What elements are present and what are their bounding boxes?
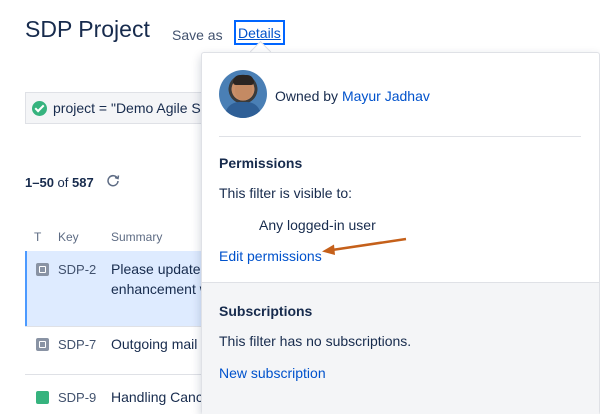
subscriptions-section: Subscriptions This filter has no subscri… [202,282,599,414]
subscriptions-heading: Subscriptions [219,303,313,319]
filter-details-panel: Owned by Mayur Jadhav Permissions This f… [201,52,600,414]
issue-key[interactable]: SDP-2 [58,262,96,277]
page-title: SDP Project [25,16,150,42]
row-divider [25,374,203,375]
row-divider [25,326,203,327]
refresh-icon[interactable] [106,173,120,187]
owned-by-label: Owned by [275,88,339,104]
owner-name-link[interactable]: Mayur Jadhav [342,88,430,104]
query-text: project = "Demo Agile S [53,100,201,116]
annotation-arrow-icon [322,237,407,255]
jql-query-bar[interactable]: project = "Demo Agile S [25,92,226,124]
issue-summary[interactable]: Handling Canc [111,387,203,407]
edit-permissions-link[interactable]: Edit permissions [219,248,322,264]
permissions-visible-text: This filter is visible to: [219,185,353,201]
owner-line: Owned by Mayur Jadhav [275,88,430,104]
issue-summary[interactable]: Please update [111,259,201,279]
result-count: 1–50 of 587 [25,175,94,190]
divider [219,136,581,137]
issue-key[interactable]: SDP-7 [58,337,96,352]
column-header-key[interactable]: Key [58,230,79,244]
column-header-type[interactable]: T [34,230,41,244]
permissions-audience: Any logged-in user [259,217,376,233]
issue-summary[interactable]: Outgoing mail [111,334,197,354]
result-range: 1–50 [25,175,54,190]
owner-avatar[interactable] [219,70,267,118]
new-subscription-link[interactable]: New subscription [219,365,326,381]
check-circle-icon [32,100,47,116]
issue-key[interactable]: SDP-9 [58,390,96,405]
task-type-icon [36,263,49,276]
result-of-label: of [57,175,69,190]
issue-summary-continued[interactable]: enhancement w [111,279,210,299]
save-as-button[interactable]: Save as [172,27,223,43]
task-type-icon [36,338,49,351]
result-total: 587 [72,175,94,190]
permissions-heading: Permissions [219,155,303,171]
subscriptions-none-text: This filter has no subscriptions. [219,333,412,349]
column-header-summary[interactable]: Summary [111,230,162,244]
story-type-icon [36,391,49,404]
